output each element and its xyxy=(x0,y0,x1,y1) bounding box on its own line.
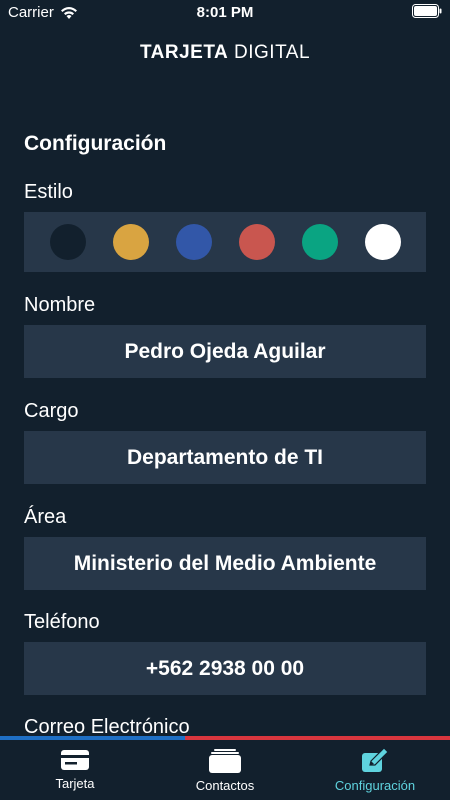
app-title-light: DIGITAL xyxy=(234,42,311,63)
battery-icon xyxy=(412,4,442,18)
tab-contactos-label: Contactos xyxy=(195,778,255,793)
phone-label: Teléfono xyxy=(24,611,100,633)
card-icon xyxy=(61,750,89,770)
area-label: Área xyxy=(24,506,67,528)
position-label: Cargo xyxy=(24,400,79,422)
swatch-blue[interactable] xyxy=(175,224,212,260)
tab-configuracion-label: Configuración xyxy=(334,778,416,793)
style-label: Estilo xyxy=(24,181,73,203)
tab-tarjeta-label: Tarjeta xyxy=(55,776,95,791)
phone-field[interactable]: +562 2938 00 00 xyxy=(24,642,426,695)
edit-icon xyxy=(362,748,389,772)
swatch-green[interactable] xyxy=(301,224,338,260)
name-field[interactable]: Pedro Ojeda Aguilar xyxy=(24,325,426,378)
swatch-navy[interactable] xyxy=(49,224,86,260)
swatch-white[interactable] xyxy=(364,224,401,260)
name-label: Nombre xyxy=(24,294,96,316)
swatch-red[interactable] xyxy=(238,224,275,260)
tab-tarjeta[interactable]: Tarjeta xyxy=(0,740,150,800)
tab-bar: Tarjeta Contactos Configuración xyxy=(0,740,450,800)
swatch-gold[interactable] xyxy=(112,224,149,260)
tab-configuracion[interactable]: Configuración xyxy=(300,740,450,800)
style-swatches xyxy=(24,212,426,272)
status-time: 8:01 PM xyxy=(196,4,254,21)
area-field[interactable]: Ministerio del Medio Ambiente xyxy=(24,537,426,590)
position-field[interactable]: Departamento de TI xyxy=(24,431,426,484)
contacts-stack-icon xyxy=(209,749,241,773)
status-right xyxy=(412,4,442,22)
tab-contactos[interactable]: Contactos xyxy=(150,740,300,800)
app-title: TARJETA DIGITAL xyxy=(0,42,450,64)
section-title: Configuración xyxy=(24,132,167,155)
app-title-strong: TARJETA xyxy=(139,42,229,63)
status-bar: Carrier 8:01 PM xyxy=(0,0,450,26)
